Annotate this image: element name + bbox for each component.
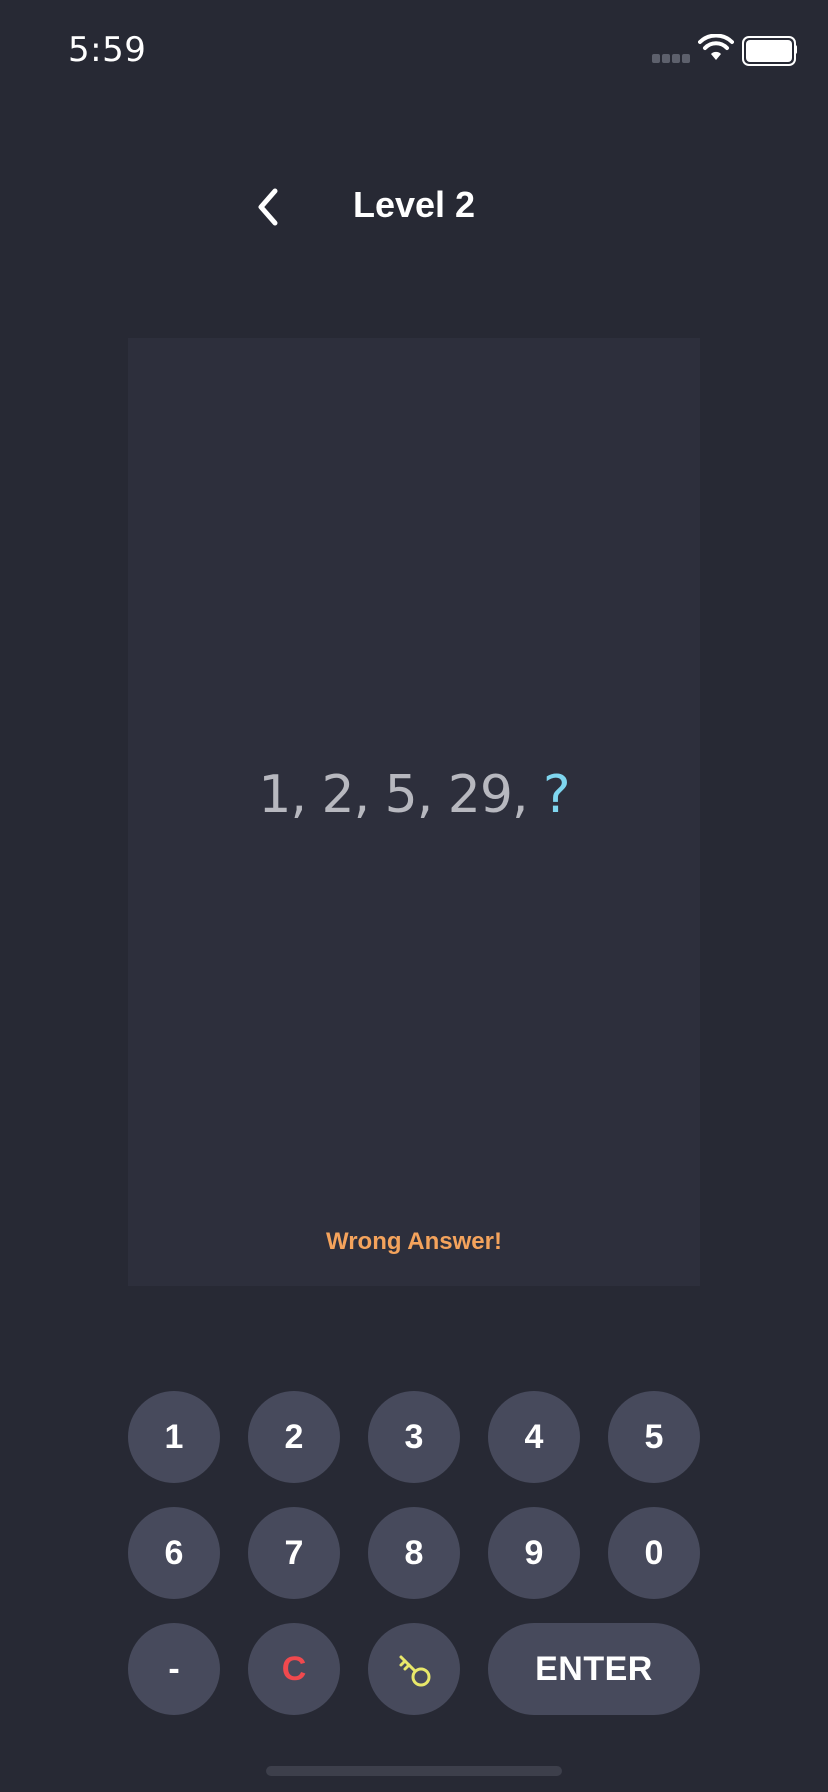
key-6[interactable]: 6 — [128, 1507, 220, 1599]
key-4[interactable]: 4 — [488, 1391, 580, 1483]
wifi-icon — [698, 33, 734, 62]
key-icon — [399, 1655, 431, 1687]
key-9[interactable]: 9 — [488, 1507, 580, 1599]
clear-key[interactable]: C — [248, 1623, 340, 1715]
minus-key[interactable]: - — [128, 1623, 220, 1715]
feedback-message: Wrong Answer! — [325, 1228, 502, 1255]
status-time: 5:59 — [68, 30, 147, 70]
status-bar: 5:59 — [0, 0, 828, 100]
key-2[interactable]: 2 — [248, 1391, 340, 1483]
key-3[interactable]: 3 — [368, 1391, 460, 1483]
key-1[interactable]: 1 — [128, 1391, 220, 1483]
key-5[interactable]: 5 — [608, 1391, 700, 1483]
cellular-signal-icon — [652, 54, 692, 64]
home-indicator[interactable] — [266, 1766, 562, 1776]
battery-icon — [742, 36, 797, 66]
page-title: Level 2 — [352, 184, 476, 225]
key-8[interactable]: 8 — [368, 1507, 460, 1599]
key-0[interactable]: 0 — [608, 1507, 700, 1599]
hint-key[interactable] — [368, 1623, 460, 1715]
unknown-term: ? — [543, 765, 571, 825]
enter-button[interactable]: ENTER — [488, 1623, 700, 1715]
key-7[interactable]: 7 — [248, 1507, 340, 1599]
sequence-numbers: 1, 2, 5, 29, — [258, 765, 544, 825]
sequence-display: 1, 2, 5, 29, ? — [0, 765, 828, 825]
